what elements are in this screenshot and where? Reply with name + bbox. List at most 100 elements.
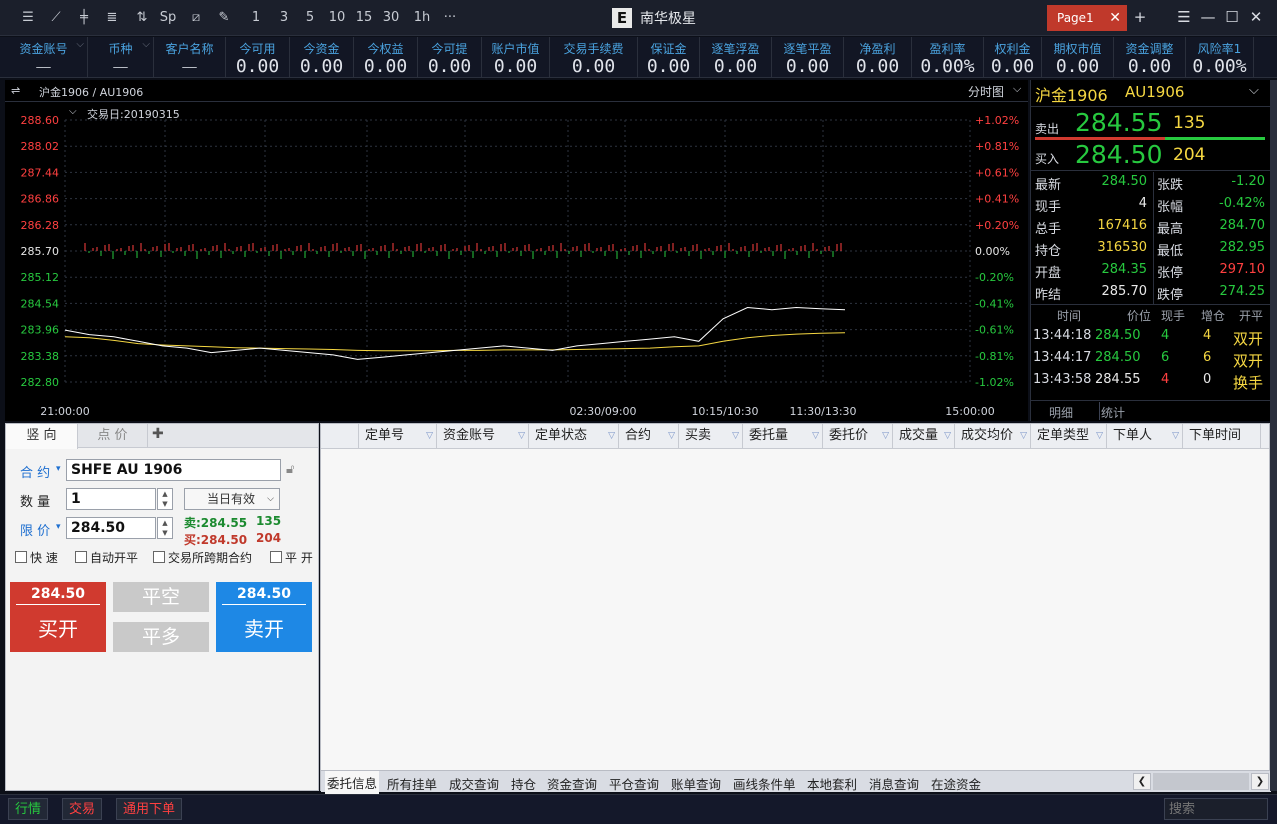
buy-open-button[interactable]: 284.50 买开 [10,582,106,652]
query-tab[interactable]: 消息查询 [869,774,919,793]
bars-icon[interactable]: ≣ [102,9,122,27]
pencil-icon[interactable]: ✎ [214,9,234,27]
period-1h-icon[interactable]: 1h [412,9,432,27]
price-stepper[interactable]: ▲ ▼ [157,517,173,539]
grid-column-header[interactable]: 下单人 ▽ [1107,424,1183,448]
s-box-icon[interactable]: ⧄ [186,9,206,27]
split-icon[interactable]: ⇅ [132,9,152,27]
more-icon[interactable]: ··· [440,9,460,27]
chart-mode-select[interactable]: 分时图 [968,83,1004,100]
filter-dropdown-icon[interactable]: ▽ [1020,424,1027,448]
chevron-down-icon[interactable]: ⌵ [76,39,84,50]
grid-column-header[interactable]: 委托价 ▽ [823,424,893,448]
query-tab[interactable]: 成交查询 [449,774,499,793]
filter-dropdown-icon[interactable]: ▽ [732,424,739,448]
line-chart-icon[interactable]: ⟋ [46,9,66,27]
scroll-right-icon[interactable]: ❯ [1251,773,1269,790]
sp-text-icon[interactable]: Sp [158,9,178,27]
tab-vertical[interactable]: 竖 向 [6,424,78,449]
validity-select[interactable]: 当日有效 ⌵ [184,488,280,510]
tick-cell: 4 [1161,328,1170,343]
vertical-scrollbar[interactable] [1270,80,1277,791]
contract-label[interactable]: 合 约 [20,462,50,481]
query-tab[interactable]: 本地套利 [807,774,857,793]
sell-open-button[interactable]: 284.50 卖开 [216,582,312,652]
sell-price[interactable]: 284.55 [1075,108,1162,137]
grid-column-header[interactable]: 委托量 ▽ [743,424,823,448]
query-tab[interactable]: 平仓查询 [609,774,659,793]
filter-dropdown-icon[interactable]: ▽ [518,424,525,448]
close-short-button[interactable]: 平空 [113,582,209,612]
grid-column-header[interactable]: 买卖 ▽ [679,424,743,448]
grid-column-header[interactable]: 资金账号 ▽ [437,424,529,448]
fast-checkbox[interactable] [15,551,27,563]
price-input[interactable]: 284.50 [66,517,156,539]
grid-column-header[interactable]: 定单类型 ▽ [1031,424,1107,448]
filter-dropdown-icon[interactable]: ▽ [1172,424,1179,448]
horizontal-scrollbar[interactable] [1153,773,1249,790]
filter-dropdown-icon[interactable]: ▽ [668,424,675,448]
menu-icon[interactable]: ☰ [1175,8,1193,26]
period-15-icon[interactable]: 15 [354,9,374,27]
chevron-down-icon[interactable]: ▾ [56,464,61,474]
chevron-down-icon[interactable]: ▾ [56,522,61,532]
tab-point-price[interactable]: 点 价 [78,424,148,448]
filter-dropdown-icon[interactable]: ▽ [882,424,889,448]
filter-dropdown-icon[interactable]: ▽ [944,424,951,448]
period-30-icon[interactable]: 30 [381,9,401,27]
tab-market[interactable]: 行情 [8,798,49,820]
query-tab[interactable]: 持仓 [511,774,536,793]
filter-dropdown-icon[interactable]: ▽ [812,424,819,448]
period-5-icon[interactable]: 5 [300,9,320,27]
chevron-down-icon[interactable]: ⌵ [1249,83,1259,98]
filter-dropdown-icon[interactable]: ▽ [426,424,433,448]
close-icon[interactable]: ✕ [1109,5,1121,31]
period-1-icon[interactable]: 1 [246,9,266,27]
period-3-icon[interactable]: 3 [274,9,294,27]
buy-price[interactable]: 284.50 [1075,140,1162,169]
period-10-icon[interactable]: 10 [327,9,347,27]
window-close-icon[interactable]: ✕ [1247,8,1265,26]
grid-column-header[interactable]: 合约 ▽ [619,424,679,448]
tab-general-order[interactable]: 通用下单 [116,798,183,820]
query-tab[interactable]: 在途资金 [931,774,981,793]
filter-dropdown-icon[interactable]: ▽ [1096,424,1103,448]
cross-period-checkbox[interactable] [153,551,165,563]
minimize-icon[interactable]: — [1199,8,1217,26]
grid-column-header[interactable]: 成交均价 ▽ [955,424,1031,448]
query-tab[interactable]: 所有挂单 [387,774,437,793]
chevron-down-icon[interactable]: ⌵ [142,39,150,50]
grid-column-header[interactable]: 成交量 ▽ [893,424,955,448]
page-tab[interactable]: Page1 ✕ [1047,5,1127,31]
maximize-icon[interactable]: ☐ [1223,8,1241,26]
intraday-chart[interactable]: 288.60 +1.02% 288.02 +0.81% 287.44 +0.61% 286.… [5,102,1028,421]
grid-column-header[interactable]: 定单状态 ▽ [529,424,619,448]
close-open-checkbox[interactable] [270,551,282,563]
add-tab-icon[interactable]: + [1131,8,1149,26]
price-label[interactable]: 限 价 [20,520,50,539]
buy-open-label: 买开 [38,617,78,641]
link-icon[interactable]: ⇌ [11,84,20,97]
grid-column-header[interactable]: 定单号 ▽ [359,424,437,448]
query-tab[interactable]: 委托信息 [325,771,380,794]
candle-icon[interactable]: ╪ [74,9,94,27]
close-long-button[interactable]: 平多 [113,622,209,652]
query-tab[interactable]: 资金查询 [547,774,597,793]
tab-detail[interactable]: 明细 [1049,404,1073,421]
query-tab[interactable]: 画线条件单 [733,774,796,793]
chevron-down-icon[interactable]: ⌵ [1013,82,1021,96]
search-input[interactable] [1164,798,1268,820]
filter-dropdown-icon[interactable]: ▽ [608,424,615,448]
tab-stats[interactable]: 统计 [1101,404,1125,421]
qty-input[interactable]: 1 [66,488,156,510]
grid-column-header[interactable]: 下单时间 [1183,424,1261,448]
qty-stepper[interactable]: ▲ ▼ [157,488,173,510]
menu-list-icon[interactable]: ☰ [18,9,38,27]
scroll-left-icon[interactable]: ❮ [1133,773,1151,790]
auto-openclose-checkbox[interactable] [75,551,87,563]
add-tab-icon[interactable]: ✚ [152,426,164,442]
query-tab[interactable]: 账单查询 [671,774,721,793]
tab-trade[interactable]: 交易 [62,798,103,820]
contract-input[interactable]: SHFE AU 1906 [66,459,281,481]
lock-icon[interactable]: 🔓︎ [286,462,294,477]
